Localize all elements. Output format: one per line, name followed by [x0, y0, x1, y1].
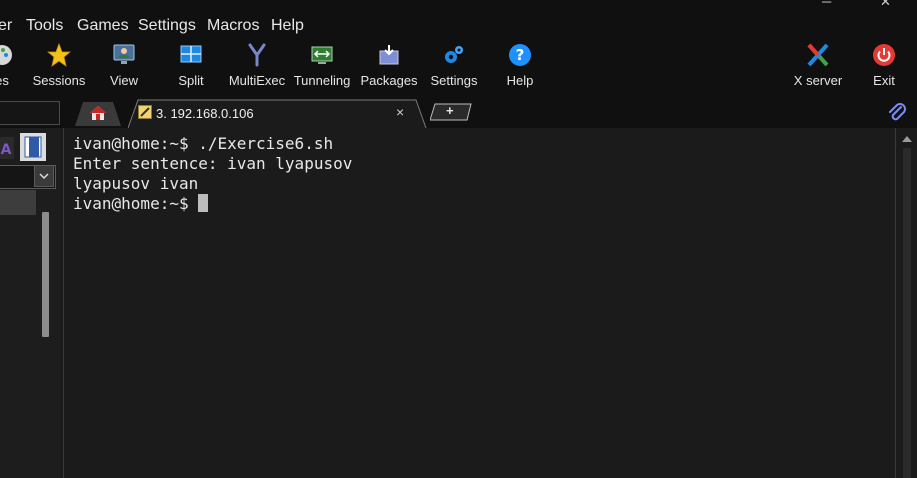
svg-text:A: A: [1, 142, 12, 158]
toolbar-settings-button[interactable]: Settings: [428, 40, 480, 96]
menu-bar: er Tools Games Settings Macros Help ─ ✕: [0, 0, 917, 40]
terminal-scrollbar[interactable]: [895, 128, 917, 478]
toolbar-sessions-button[interactable]: Sessions: [28, 40, 90, 96]
svg-text:?: ?: [516, 46, 525, 64]
toolbar-help-label: Help: [506, 73, 534, 88]
sidebar: A: [0, 128, 60, 478]
menu-item-tools[interactable]: Tools: [26, 17, 63, 35]
close-window-button[interactable]: ✕: [880, 0, 891, 10]
terminal-line: ivan@home:~$ ./Exercise6.sh: [73, 134, 334, 153]
gears-icon: [445, 46, 463, 63]
sidebar-search-input[interactable]: [0, 101, 60, 125]
terminal-output: ivan@home:~$ ./Exercise6.sh Enter sentenc…: [73, 134, 352, 214]
toolbar-sessions-label: Sessions: [32, 73, 86, 88]
star-icon: [47, 43, 71, 67]
toolbar-split-label: Split: [178, 73, 204, 88]
text-format-icon[interactable]: A: [0, 137, 14, 159]
toolbar-view-label: View: [110, 73, 138, 88]
toolbar-split-button[interactable]: Split: [172, 40, 210, 96]
toolbar-exit-label: Exit: [873, 73, 895, 88]
bookmark-panel-icon[interactable]: [20, 133, 46, 161]
toolbar-packages-button[interactable]: Packages: [360, 40, 418, 96]
terminal-line: lyapusov ivan: [73, 174, 199, 193]
menu-item-settings[interactable]: Settings: [138, 17, 196, 35]
tab-bar: 3. 192.168.0.106 × +: [0, 98, 917, 128]
power-icon: [873, 44, 895, 66]
paperclip-icon[interactable]: [886, 102, 908, 124]
toolbar-multiexec-label: MultiExec: [228, 73, 286, 88]
menu-item-help[interactable]: Help: [271, 17, 304, 35]
menu-item-view[interactable]: er: [0, 17, 12, 35]
terminal-prompt-line: ivan@home:~$: [73, 194, 352, 214]
menu-item-games[interactable]: Games: [77, 17, 129, 35]
session-tab-label: 3. 192.168.0.106: [156, 106, 254, 121]
toolbar-tunneling-button[interactable]: Tunneling: [292, 40, 352, 96]
scroll-up-arrow-icon[interactable]: [902, 136, 912, 142]
menu-item-macros[interactable]: Macros: [207, 17, 259, 35]
toolbar-palette-label: es: [0, 73, 9, 88]
minimize-button[interactable]: ─: [822, 0, 831, 9]
monitor-user-icon: [113, 44, 135, 64]
fork-icon: [248, 43, 266, 67]
help-icon: ?: [509, 44, 531, 66]
toolbar-tunneling-label: Tunneling: [293, 73, 351, 88]
toolbar-palette-button[interactable]: es: [0, 40, 24, 96]
toolbar-view-button[interactable]: View: [104, 40, 144, 96]
terminal-cursor: [198, 194, 209, 212]
chevron-down-icon[interactable]: [34, 165, 54, 187]
new-tab-button[interactable]: +: [429, 103, 472, 121]
toolbar: es Sessions View Split MultiExec Tunneli…: [0, 40, 917, 98]
package-icon: [379, 45, 399, 65]
chevron-down-glyph: [39, 173, 49, 180]
plus-icon: +: [446, 103, 454, 118]
home-icon: [90, 106, 106, 120]
tab-home[interactable]: [75, 100, 121, 126]
toolbar-help-button[interactable]: ? Help: [504, 40, 536, 96]
toolbar-packages-label: Packages: [360, 73, 418, 88]
sidebar-selected-item[interactable]: [0, 190, 36, 215]
terminal-line: Enter sentence: ivan lyapusov: [73, 154, 353, 173]
toolbar-xserver-button[interactable]: X server: [790, 40, 846, 96]
tab-session[interactable]: 3. 192.168.0.106 ×: [128, 99, 428, 128]
toolbar-settings-label: Settings: [430, 73, 478, 88]
toolbar-exit-button[interactable]: Exit: [868, 40, 900, 96]
tab-close-icon[interactable]: ×: [396, 104, 404, 120]
sidebar-scrollbar[interactable]: [42, 212, 49, 337]
terminal-tab-icon: [138, 105, 152, 119]
toolbar-multiexec-button[interactable]: MultiExec: [228, 40, 286, 96]
split-icon: [180, 45, 202, 63]
terminal-pane[interactable]: ivan@home:~$ ./Exercise6.sh Enter sentenc…: [63, 128, 896, 478]
scrollbar-track[interactable]: [903, 148, 911, 478]
palette-icon: [0, 45, 12, 65]
x-server-icon: [807, 43, 829, 67]
toolbar-xserver-label: X server: [793, 73, 843, 88]
terminal-prompt: ivan@home:~$: [73, 194, 199, 213]
tunnel-icon: [311, 46, 333, 64]
